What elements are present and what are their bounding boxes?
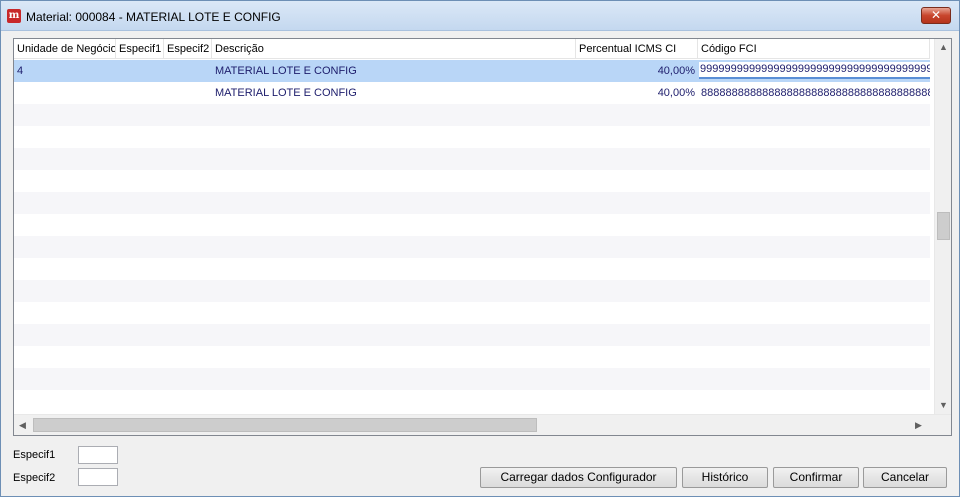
cancelar-button[interactable]: Cancelar: [863, 467, 947, 488]
especif2-label: Especif2: [13, 472, 56, 484]
empty-row: [14, 192, 930, 214]
grid-body: 4 MATERIAL LOTE E CONFIG 40,00% 99999999…: [14, 60, 930, 414]
empty-row: [14, 104, 930, 126]
scroll-left-arrow-icon[interactable]: ◀: [14, 417, 31, 434]
cell-percentual[interactable]: 40,00%: [576, 60, 698, 82]
cell-especif1[interactable]: [116, 60, 164, 82]
material-dialog: m Material: 000084 - MATERIAL LOTE E CON…: [0, 0, 960, 497]
empty-row: [14, 170, 930, 192]
cell-especif2[interactable]: [164, 60, 212, 82]
especif1-label: Especif1: [13, 449, 56, 461]
title-bar: m Material: 000084 - MATERIAL LOTE E CON…: [1, 1, 959, 31]
cell-descricao[interactable]: MATERIAL LOTE E CONFIG: [212, 82, 576, 104]
empty-row: [14, 214, 930, 236]
empty-row: [14, 126, 930, 148]
dialog-content: Unidade de Negócio Especif1 Especif2 Des…: [6, 32, 955, 494]
empty-row: [14, 368, 930, 390]
column-header-especif2[interactable]: Especif2: [164, 39, 212, 59]
cell-unidade[interactable]: [14, 82, 116, 104]
column-header-percentual[interactable]: Percentual ICMS CI: [576, 39, 698, 59]
cell-percentual[interactable]: 40,00%: [576, 82, 698, 104]
cell-codigo-fci[interactable]: 8888888888888888888888888888888888888888: [698, 82, 930, 104]
horizontal-scroll-thumb[interactable]: [33, 418, 537, 432]
vertical-scroll-thumb[interactable]: [937, 212, 950, 240]
table-row[interactable]: MATERIAL LOTE E CONFIG 40,00% 8888888888…: [14, 82, 930, 104]
cell-especif2[interactable]: [164, 82, 212, 104]
empty-row: [14, 236, 930, 258]
window-title: Material: 000084 - MATERIAL LOTE E CONFI…: [26, 10, 281, 24]
confirmar-button[interactable]: Confirmar: [773, 467, 859, 488]
especif2-field[interactable]: [78, 468, 118, 486]
cell-unidade[interactable]: 4: [14, 60, 116, 82]
cell-especif1[interactable]: [116, 82, 164, 104]
table-row[interactable]: 4 MATERIAL LOTE E CONFIG 40,00% 99999999…: [14, 60, 930, 82]
empty-row: [14, 302, 930, 324]
column-header-descricao[interactable]: Descrição: [212, 39, 576, 59]
column-header-unidade[interactable]: Unidade de Negócio: [14, 39, 116, 59]
cell-descricao[interactable]: MATERIAL LOTE E CONFIG: [212, 60, 576, 82]
empty-row: [14, 148, 930, 170]
empty-row: [14, 324, 930, 346]
codigo-fci-editor[interactable]: 9999999999999999999999999999999999999999: [699, 62, 930, 79]
vertical-scrollbar[interactable]: ▲ ▼: [934, 39, 951, 414]
close-button[interactable]: ✕: [921, 7, 951, 24]
scroll-up-arrow-icon[interactable]: ▲: [935, 39, 952, 56]
horizontal-scrollbar[interactable]: ◀ ▶: [14, 414, 951, 435]
material-grid: Unidade de Negócio Especif1 Especif2 Des…: [13, 38, 952, 436]
scroll-right-arrow-icon[interactable]: ▶: [910, 417, 927, 434]
especif1-field[interactable]: [78, 446, 118, 464]
grid-header: Unidade de Negócio Especif1 Especif2 Des…: [14, 39, 930, 59]
empty-row: [14, 258, 930, 280]
empty-row: [14, 390, 930, 412]
cell-codigo-fci[interactable]: 9999999999999999999999999999999999999999: [698, 60, 930, 82]
empty-row: [14, 346, 930, 368]
empty-row: [14, 280, 930, 302]
column-header-codigo-fci[interactable]: Código FCI: [698, 39, 930, 59]
app-icon: m: [7, 9, 21, 23]
column-header-especif1[interactable]: Especif1: [116, 39, 164, 59]
historico-button[interactable]: Histórico: [682, 467, 768, 488]
scroll-down-arrow-icon[interactable]: ▼: [935, 397, 952, 414]
carregar-dados-configurador-button[interactable]: Carregar dados Configurador: [480, 467, 677, 488]
